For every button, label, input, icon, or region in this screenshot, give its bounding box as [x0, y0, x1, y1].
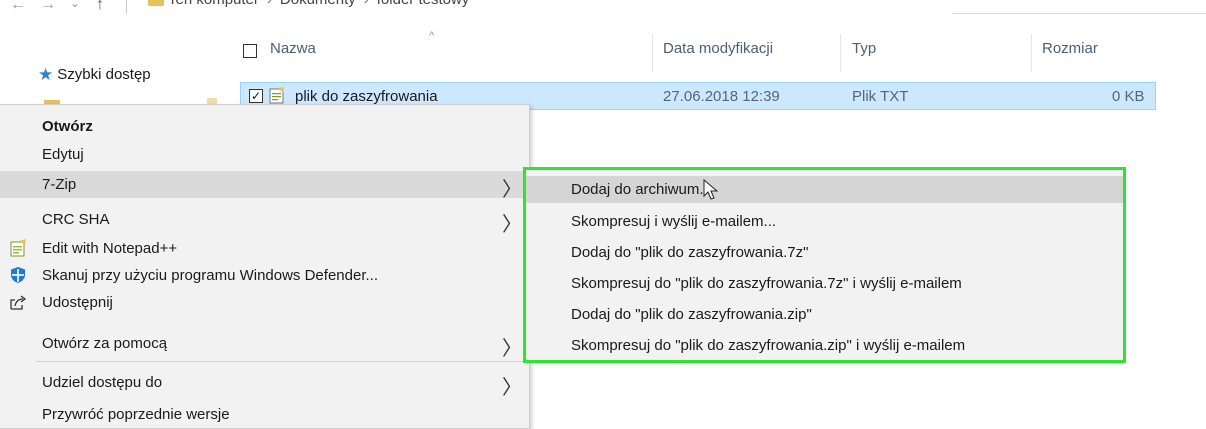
menu-separator	[36, 361, 528, 362]
menu-item-label: CRC SHA	[42, 211, 110, 228]
text-file-icon	[269, 87, 284, 104]
menu-item-label: Edit with Notepad++	[42, 240, 178, 257]
submenu-item-add-to-7z[interactable]: Dodaj do "plik do zaszyfrowania.7z"	[526, 239, 1123, 266]
sort-ascending-icon: ^	[429, 30, 435, 42]
chevron-right-icon: 〉	[502, 177, 522, 201]
breadcrumb[interactable]: Ten komputer › Dokumenty › folder testowy	[168, 0, 469, 8]
column-divider[interactable]	[840, 34, 841, 72]
menu-item-crc-sha[interactable]: CRC SHA 〉	[0, 206, 528, 236]
submenu-item-label: Skompresuj i wyślij e-mailem...	[571, 213, 777, 230]
menu-item-windows-defender[interactable]: Skanuj przy użyciu programu Windows Defe…	[0, 262, 528, 289]
menu-item-edit-notepadpp[interactable]: Edit with Notepad++	[0, 235, 528, 262]
recent-locations-button[interactable]: ⌄	[70, 0, 80, 10]
menu-item-label: Otwórz	[42, 118, 93, 135]
share-icon	[10, 295, 27, 310]
submenu-item-compress-and-email[interactable]: Skompresuj i wyślij e-mailem...	[526, 208, 1123, 235]
submenu-item-compress-7z-and-email[interactable]: Skompresuj do "plik do zaszyfrowania.7z"…	[526, 270, 1123, 297]
address-divider	[126, 0, 127, 14]
submenu-item-label: Skompresuj do "plik do zaszyfrowania.zip…	[571, 337, 966, 354]
address-bar: ← → ⌄ ↑ Ten komputer › Dokumenty › folder te…	[0, 0, 1206, 26]
submenu-item-label: Dodaj do archiwum...	[571, 181, 712, 198]
column-header-type[interactable]: Typ	[852, 40, 876, 57]
folder-icon	[148, 0, 164, 6]
menu-item-label: Edytuj	[42, 146, 84, 163]
select-all-checkbox[interactable]	[243, 44, 257, 58]
submenu-7zip: Dodaj do archiwum... Skompresuj i wyślij…	[523, 167, 1126, 363]
back-button[interactable]: ←	[10, 0, 26, 14]
breadcrumb-item[interactable]: folder testowy	[377, 0, 470, 8]
file-date: 27.06.2018 12:39	[663, 88, 780, 105]
column-header-name[interactable]: Nazwa	[270, 40, 316, 57]
menu-item-open[interactable]: Otwórz	[0, 113, 528, 140]
menu-item-edit[interactable]: Edytuj	[0, 141, 528, 168]
search-box[interactable]	[952, 0, 1206, 14]
menu-item-label: Otwórz za pomocą	[42, 335, 168, 352]
row-checkbox[interactable]: ✓	[249, 89, 263, 103]
submenu-item-add-to-archive[interactable]: Dodaj do archiwum...	[526, 176, 1123, 203]
nav-item-quick-access[interactable]: ★ Szybki dostęp	[38, 66, 151, 83]
mouse-cursor-icon	[703, 179, 719, 200]
submenu-item-add-to-zip[interactable]: Dodaj do "plik do zaszyfrowania.zip"	[526, 301, 1123, 328]
nav-item-label: Szybki dostęp	[57, 66, 151, 83]
column-header-size[interactable]: Rozmiar	[1042, 40, 1098, 57]
forward-button[interactable]: →	[40, 0, 56, 14]
menu-item-open-with[interactable]: Otwórz za pomocą 〉	[0, 330, 528, 360]
submenu-item-label: Skompresuj do "plik do zaszyfrowania.7z"…	[571, 275, 962, 292]
file-name[interactable]: plik do zaszyfrowania	[295, 88, 438, 105]
windows-defender-icon	[11, 267, 25, 283]
breadcrumb-separator-icon: ›	[364, 0, 369, 8]
menu-item-restore-previous-versions[interactable]: Przywróć poprzednie wersje	[0, 401, 528, 428]
submenu-item-label: Dodaj do "plik do zaszyfrowania.7z"	[571, 244, 809, 261]
breadcrumb-item[interactable]: Ten komputer	[168, 0, 259, 8]
star-icon: ★	[38, 65, 54, 84]
submenu-item-label: Dodaj do "plik do zaszyfrowania.zip"	[571, 306, 812, 323]
menu-item-give-access[interactable]: Udziel dostępu do 〉	[0, 369, 528, 399]
breadcrumb-item[interactable]: Dokumenty	[280, 0, 356, 8]
submenu-item-compress-zip-and-email[interactable]: Skompresuj do "plik do zaszyfrowania.zip…	[526, 332, 1123, 359]
column-divider[interactable]	[1031, 34, 1032, 72]
menu-item-label: Skanuj przy użyciu programu Windows Defe…	[42, 267, 378, 284]
up-button[interactable]: ↑	[96, 0, 104, 14]
column-divider[interactable]	[652, 34, 653, 72]
menu-item-7zip[interactable]: 7-Zip 〉	[0, 171, 528, 201]
column-header-date[interactable]: Data modyfikacji	[663, 40, 773, 57]
menu-item-label: Przywróć poprzednie wersje	[42, 406, 230, 423]
chevron-right-icon: 〉	[502, 375, 522, 399]
menu-item-share[interactable]: Udostępnij	[0, 289, 528, 316]
breadcrumb-separator-icon: ›	[267, 0, 272, 8]
menu-item-label: 7-Zip	[42, 176, 77, 193]
context-menu: Otwórz Edytuj 7-Zip 〉 CRC SHA 〉 Edit wit…	[0, 104, 530, 429]
chevron-right-icon: 〉	[502, 212, 522, 236]
file-type: Plik TXT	[852, 88, 909, 105]
file-size: 0 KB	[1112, 88, 1145, 105]
notepad-plus-plus-icon	[10, 239, 26, 257]
chevron-right-icon: 〉	[502, 336, 522, 360]
menu-item-label: Udziel dostępu do	[42, 374, 163, 391]
menu-item-label: Udostępnij	[42, 294, 113, 311]
